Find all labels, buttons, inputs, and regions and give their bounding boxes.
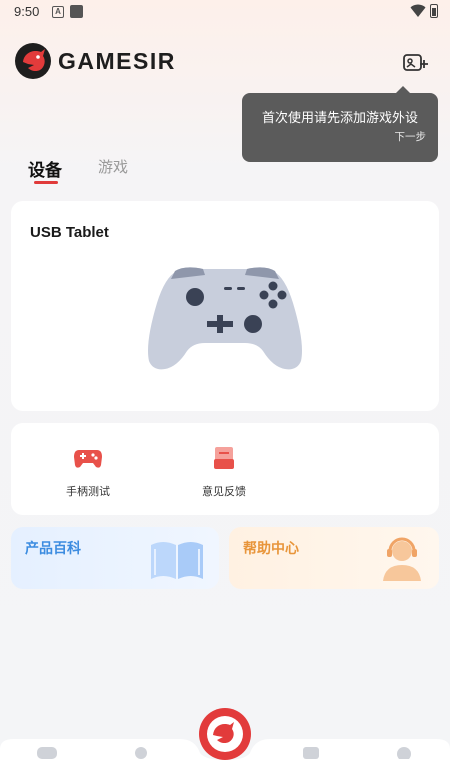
notification-icon: A <box>52 6 64 18</box>
onboarding-tooltip: 首次使用请先添加游戏外设 下一步 <box>242 86 438 162</box>
feedback-label: 意见反馈 <box>202 485 246 498</box>
gamesir-home-icon <box>207 716 243 752</box>
tab-games[interactable]: 游戏 <box>98 156 128 181</box>
feedback-icon <box>214 447 234 469</box>
nav-store-icon[interactable] <box>300 745 322 759</box>
brand-name: GAMESIR <box>58 47 176 74</box>
notification-square-icon <box>70 5 83 18</box>
help-center-card[interactable]: 帮助中心 <box>229 527 439 589</box>
tooltip-next-button[interactable]: 下一步 <box>395 129 427 144</box>
gamesir-logo-icon <box>15 43 51 79</box>
tooltip-text: 首次使用请先添加游戏外设 <box>262 111 419 126</box>
gamepad-test-button[interactable]: 手柄测试 <box>38 445 138 499</box>
home-button[interactable] <box>199 708 251 760</box>
nav-search-icon[interactable] <box>130 745 152 759</box>
device-name: USB Tablet <box>30 224 109 241</box>
main-tabs: 设备 游戏 <box>28 156 128 184</box>
device-card[interactable]: USB Tablet <box>11 201 439 411</box>
tab-devices[interactable]: 设备 <box>28 156 62 184</box>
battery-icon <box>430 4 438 18</box>
product-wiki-card[interactable]: 产品百科 <box>11 527 219 589</box>
feedback-button[interactable]: 意见反馈 <box>174 445 274 499</box>
status-time: 9:50 <box>14 4 40 19</box>
add-gamepad-button[interactable] <box>402 52 430 74</box>
controller-image <box>148 267 302 370</box>
gamepad-test-label: 手柄测试 <box>66 485 110 498</box>
tools-card: 手柄测试 意见反馈 <box>11 423 439 515</box>
headset-icon <box>383 537 421 581</box>
book-icon <box>151 542 203 579</box>
gamepad-icon <box>74 450 102 468</box>
status-bar: 9:50 A <box>0 0 450 24</box>
brand-logo: GAMESIR <box>14 42 176 80</box>
product-wiki-title: 产品百科 <box>25 541 81 557</box>
help-center-title: 帮助中心 <box>243 541 299 557</box>
nav-profile-icon[interactable] <box>393 745 415 759</box>
nav-gamepad-icon[interactable] <box>36 745 58 759</box>
wifi-icon <box>410 4 426 17</box>
